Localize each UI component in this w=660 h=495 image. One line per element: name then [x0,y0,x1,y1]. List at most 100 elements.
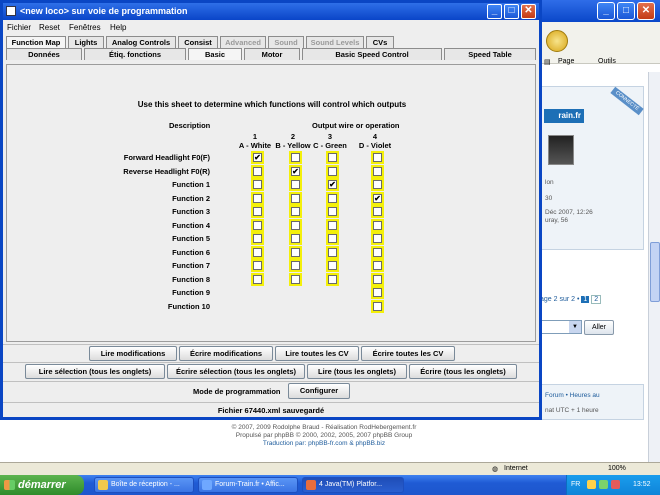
start-button[interactable]: démarrer [0,475,84,495]
print-icon[interactable]: ▤ [544,58,551,66]
tab-lights[interactable]: Lights [68,36,104,48]
forum-logo[interactable]: rain.fr [544,109,584,123]
tab-etiq-fonctions[interactable]: Étiq. fonctions [84,48,186,60]
forum-jump-select[interactable]: ▼ [540,320,582,334]
output-checkbox[interactable] [326,273,339,286]
tab-basic[interactable]: Basic [188,48,242,60]
tab-cvs[interactable]: CVs [366,36,394,48]
task-inbox[interactable]: Boîte de réception - ... [94,477,194,493]
output-checkbox[interactable]: ✔ [326,178,339,191]
output-checkbox[interactable] [251,205,264,218]
scrollbar-thumb[interactable] [650,242,660,302]
browser-maximize-button[interactable]: □ [617,2,635,20]
write-selection-all-tabs-button[interactable]: Écrire sélection (tous les onglets) [167,364,305,379]
output-checkbox[interactable] [326,232,339,245]
output-checkbox[interactable] [326,151,339,164]
output-checkbox[interactable] [326,219,339,232]
output-checkbox[interactable] [371,232,384,245]
output-checkbox[interactable] [371,178,384,191]
output-checkbox[interactable] [326,165,339,178]
tab-speed-table[interactable]: Speed Table [444,48,536,60]
output-checkbox[interactable] [289,205,302,218]
read-selection-all-tabs-button[interactable]: Lire sélection (tous les onglets) [25,364,165,379]
tab-consist[interactable]: Consist [178,36,218,48]
output-checkbox[interactable] [289,151,302,164]
output-checkbox[interactable] [371,205,384,218]
configure-button[interactable]: Configurer [288,383,350,399]
output-checkbox[interactable] [371,219,384,232]
output-checkbox[interactable] [326,192,339,205]
output-checkbox[interactable] [251,165,264,178]
tools-menu[interactable]: Outils [598,58,616,65]
go-button[interactable]: Aller [584,320,614,335]
output-checkbox[interactable] [371,165,384,178]
chevron-down-icon[interactable]: ▼ [569,321,581,333]
output-checkbox[interactable] [251,259,264,272]
maximize-button[interactable]: □ [504,4,519,19]
tab-donnees[interactable]: Données [6,48,82,60]
task-forum[interactable]: Forum-Train.fr • Affic... [198,477,298,493]
column-4-name: D - Violet [358,141,392,150]
output-checkbox[interactable] [326,259,339,272]
tab-analog-controls[interactable]: Analog Controls [106,36,176,48]
output-checkbox[interactable] [289,192,302,205]
read-all-cvs-button[interactable]: Lire toutes les CV [275,346,359,361]
security-icon[interactable] [599,480,608,489]
checkbox-box [253,194,262,203]
read-all-tabs-button[interactable]: Lire (tous les onglets) [307,364,407,379]
menu-fenetres[interactable]: Fenêtres [69,23,101,32]
output-checkbox[interactable] [251,246,264,259]
language-indicator[interactable]: FR [571,481,580,488]
write-all-cvs-button[interactable]: Écrire toutes les CV [361,346,455,361]
read-changes-button[interactable]: Lire modifications [89,346,177,361]
output-checkbox[interactable] [371,151,384,164]
pager-next[interactable]: 2 [591,295,602,304]
network-icon[interactable] [587,480,596,489]
tab-motor[interactable]: Motor [244,48,300,60]
output-checkbox[interactable] [251,219,264,232]
menu-reset[interactable]: Reset [39,23,60,32]
zoom-level[interactable]: 100% [608,465,626,472]
close-button[interactable]: ✕ [521,4,536,19]
output-checkbox[interactable]: ✔ [289,165,302,178]
browser-close-button[interactable]: ✕ [637,2,655,20]
antivirus-icon[interactable] [611,480,620,489]
output-checkbox[interactable] [371,300,384,313]
checkbox-box [253,167,262,176]
output-checkbox[interactable] [289,259,302,272]
output-checkbox[interactable]: ✔ [371,192,384,205]
output-checkbox[interactable] [289,273,302,286]
output-checkbox[interactable] [289,246,302,259]
output-checkbox[interactable] [251,192,264,205]
write-changes-button[interactable]: Écrire modifications [179,346,273,361]
output-checkbox[interactable] [289,178,302,191]
output-checkbox[interactable] [289,232,302,245]
window-titlebar[interactable]: <new loco> sur voie de programmation _ □… [3,3,539,20]
checkbox-box [291,153,300,162]
output-checkbox[interactable] [326,246,339,259]
output-checkbox[interactable] [371,259,384,272]
browser-scrollbar[interactable] [648,72,660,462]
output-checkbox[interactable] [289,219,302,232]
divider [3,362,539,363]
output-checkbox[interactable] [371,273,384,286]
output-checkbox[interactable] [326,205,339,218]
output-checkbox[interactable] [251,273,264,286]
output-checkbox[interactable] [251,232,264,245]
output-checkbox[interactable] [371,286,384,299]
menu-fichier[interactable]: Fichier [7,23,31,32]
output-checkbox[interactable]: ✔ [251,151,264,164]
task-java[interactable]: 4 Java(TM) Platfor... [302,477,404,493]
output-checkbox[interactable] [371,246,384,259]
write-all-tabs-button[interactable]: Écrire (tous les onglets) [409,364,517,379]
menu-help[interactable]: Help [110,23,126,32]
tab-basic-speed-control[interactable]: Basic Speed Control [302,48,442,60]
favorites-star-icon[interactable] [546,30,568,52]
browser-minimize-button[interactable]: _ [597,2,615,20]
column-3-name: C - Green [313,141,347,150]
minimize-button[interactable]: _ [487,4,502,19]
tab-function-map[interactable]: Function Map [6,36,66,48]
output-checkbox[interactable] [251,178,264,191]
page-menu[interactable]: Page [558,58,574,65]
footer-line-3[interactable]: Traduction par: phpBB-fr.com & phpBB.biz [0,440,648,448]
